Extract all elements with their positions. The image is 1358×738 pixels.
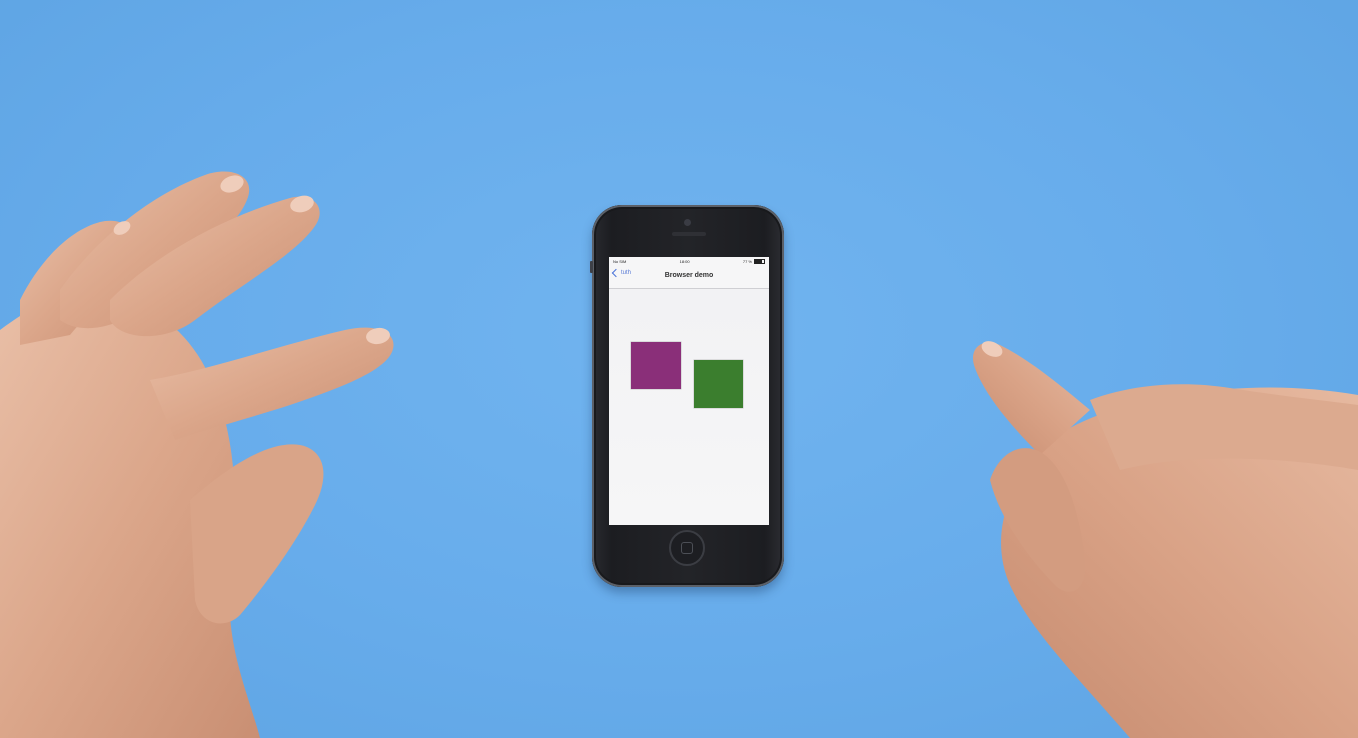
battery-percent: 77 % [742, 259, 752, 264]
phone-screen: No SIM 18:00 77 % tuth Browser demo [609, 257, 769, 525]
page-title: Browser demo [664, 272, 714, 279]
battery-icon [753, 259, 765, 264]
earpiece-speaker [672, 232, 706, 236]
purple-square[interactable] [631, 342, 681, 389]
status-right: 77 % [743, 259, 765, 264]
home-square-icon [681, 542, 693, 554]
home-button[interactable] [669, 530, 705, 566]
smartphone: No SIM 18:00 77 % tuth Browser demo [590, 205, 784, 587]
clock-label: 18:00 [679, 259, 690, 264]
scene-background: No SIM 18:00 77 % tuth Browser demo [0, 0, 1358, 738]
mute-switch [590, 261, 593, 273]
status-bar: No SIM 18:00 77 % [609, 257, 769, 266]
navigation-bar: tuth Browser demo [609, 266, 769, 289]
carrier-label: No SIM [613, 259, 627, 264]
green-square[interactable] [694, 360, 743, 408]
demo-canvas [609, 289, 769, 525]
front-camera-icon [684, 219, 691, 226]
